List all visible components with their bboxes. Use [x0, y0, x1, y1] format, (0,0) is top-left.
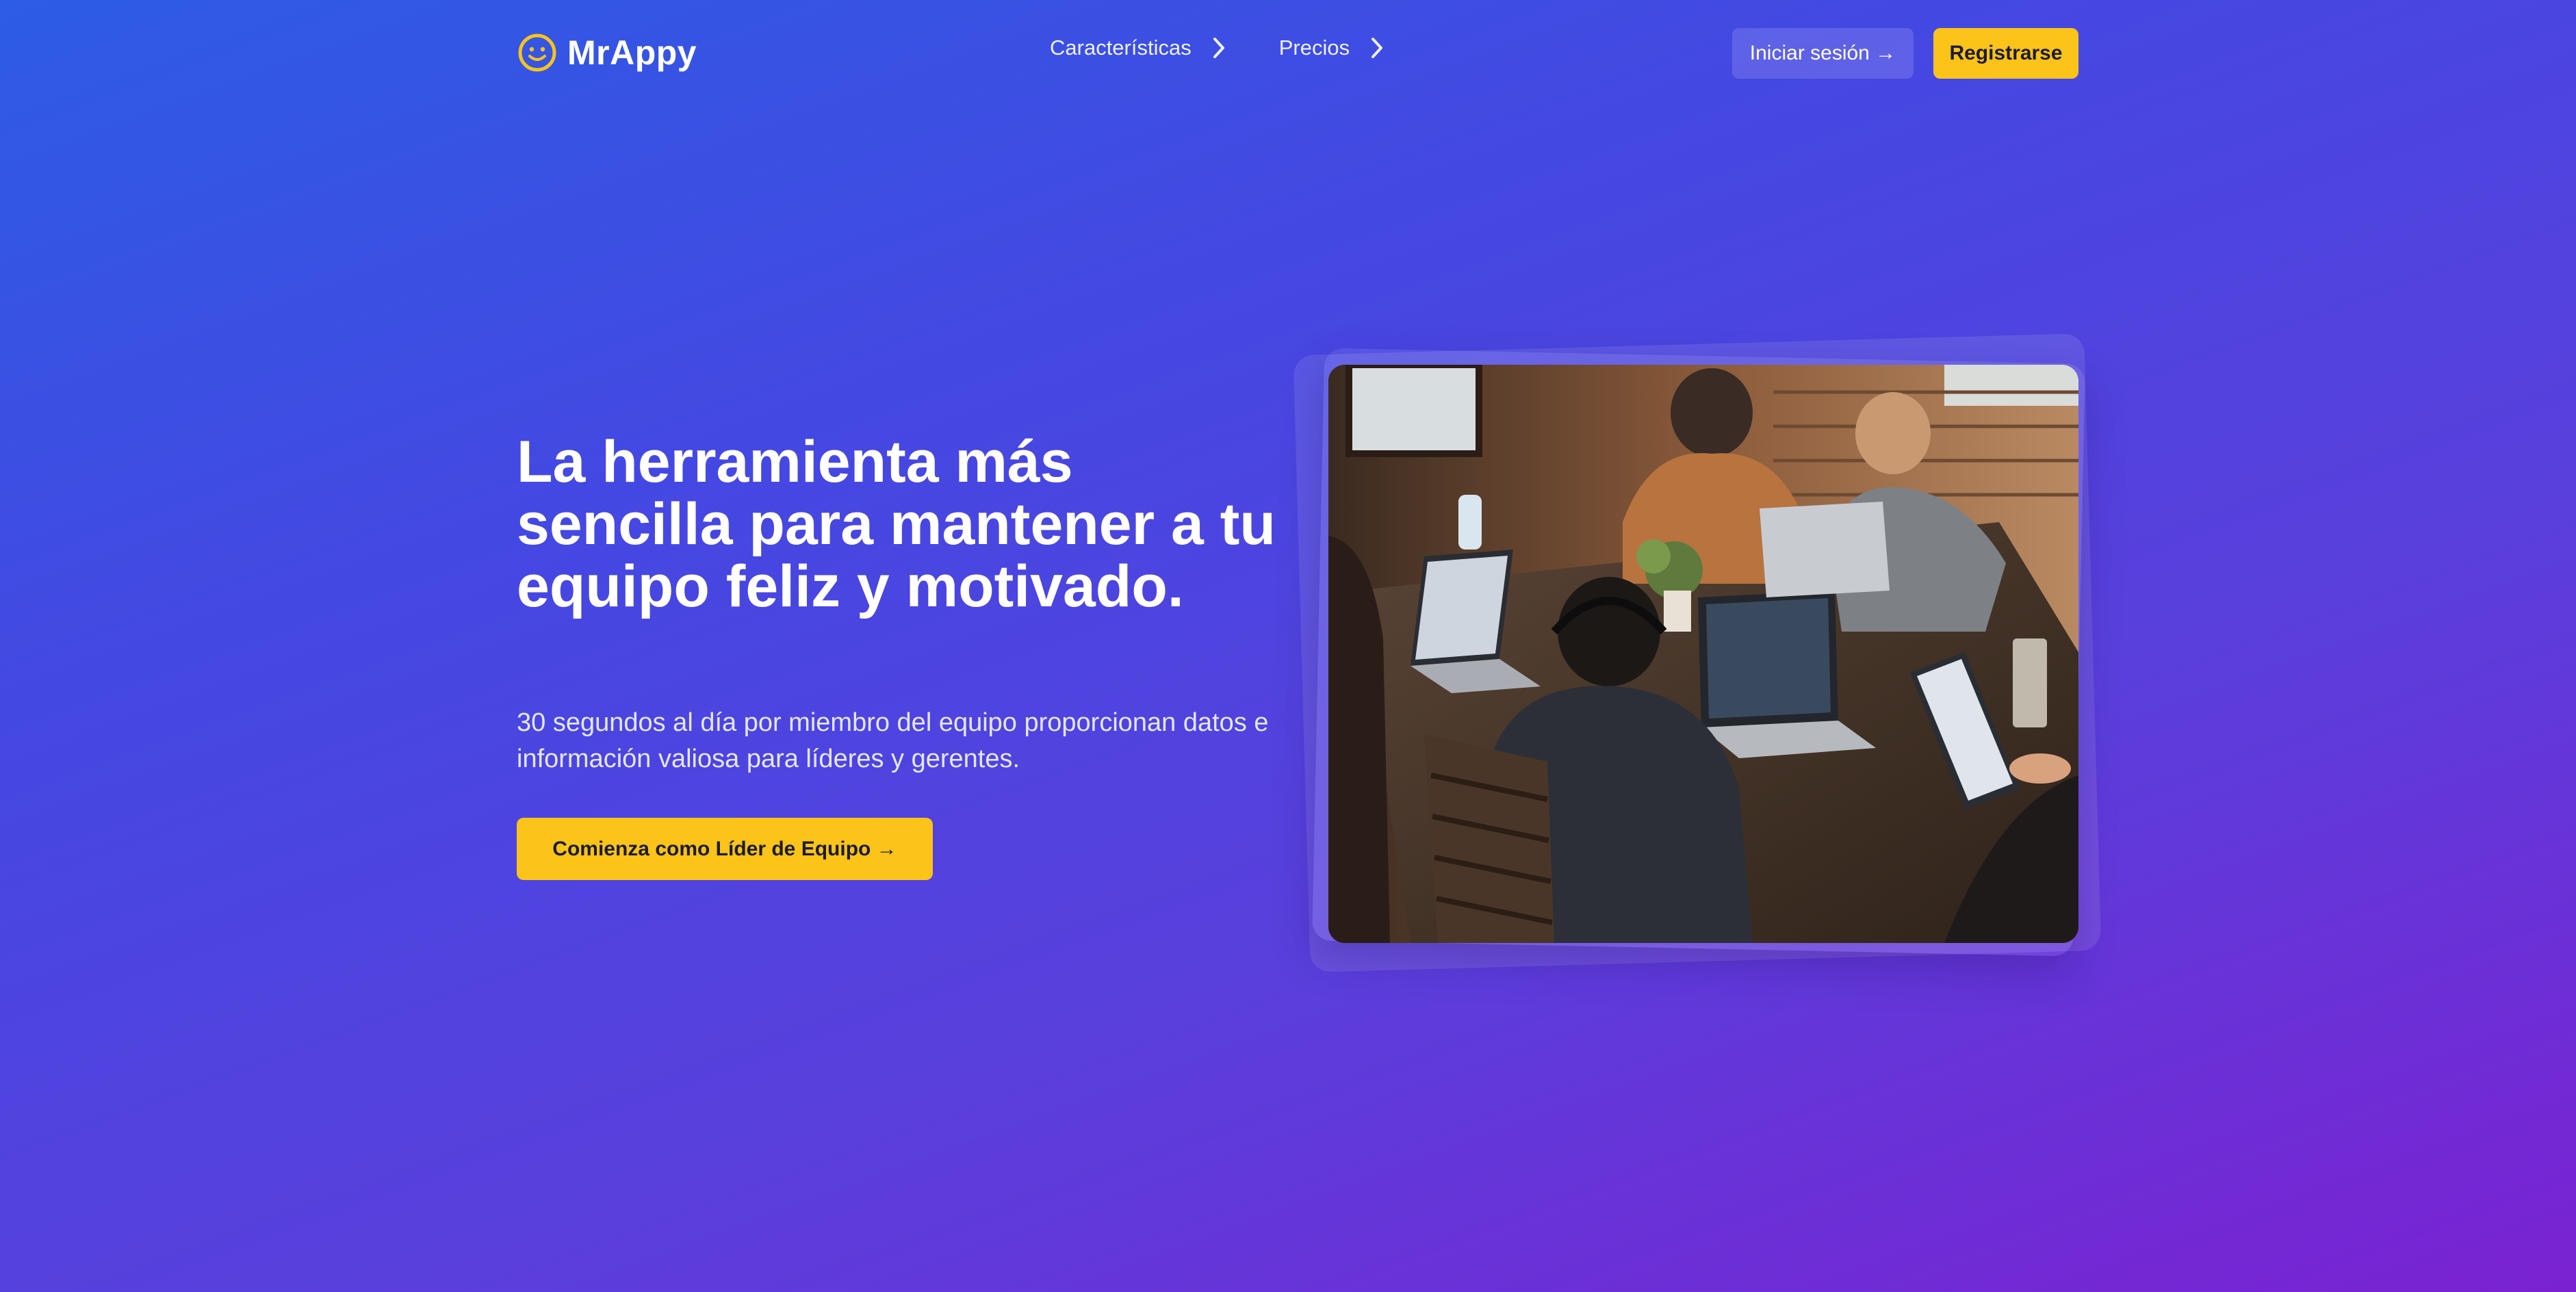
team-photo-illustration	[1328, 365, 2078, 943]
login-button[interactable]: Iniciar sesión →	[1732, 28, 1914, 79]
brand-name: MrAppy	[567, 34, 697, 72]
chevron-right-icon	[1371, 38, 1383, 58]
nav-item-label: Precios	[1278, 36, 1350, 60]
team-working-photo	[1328, 365, 2078, 943]
main-nav: Características Precios	[1050, 36, 1384, 60]
nav-item-caracteristicas[interactable]: Características	[1050, 36, 1226, 60]
brand-logo-link[interactable]: MrAppy	[517, 32, 697, 73]
hero-title: La herramienta más sencilla para mantene…	[517, 429, 1276, 619]
nav-item-precios[interactable]: Precios	[1279, 36, 1384, 60]
hero-subtitle: 30 segundos al día por miembro del equip…	[517, 708, 1269, 773]
chevron-right-icon	[1213, 38, 1224, 58]
nav-item-label: Características	[1050, 36, 1192, 60]
cta-start-team-leader-button[interactable]: Comienza como Líder de Equipo →	[517, 818, 933, 880]
landing-page: MrAppy Características Precios Iniciar s…	[0, 0, 2576, 1292]
smiley-face-icon	[518, 34, 556, 72]
signup-button[interactable]: Registrarse	[1933, 28, 2078, 79]
